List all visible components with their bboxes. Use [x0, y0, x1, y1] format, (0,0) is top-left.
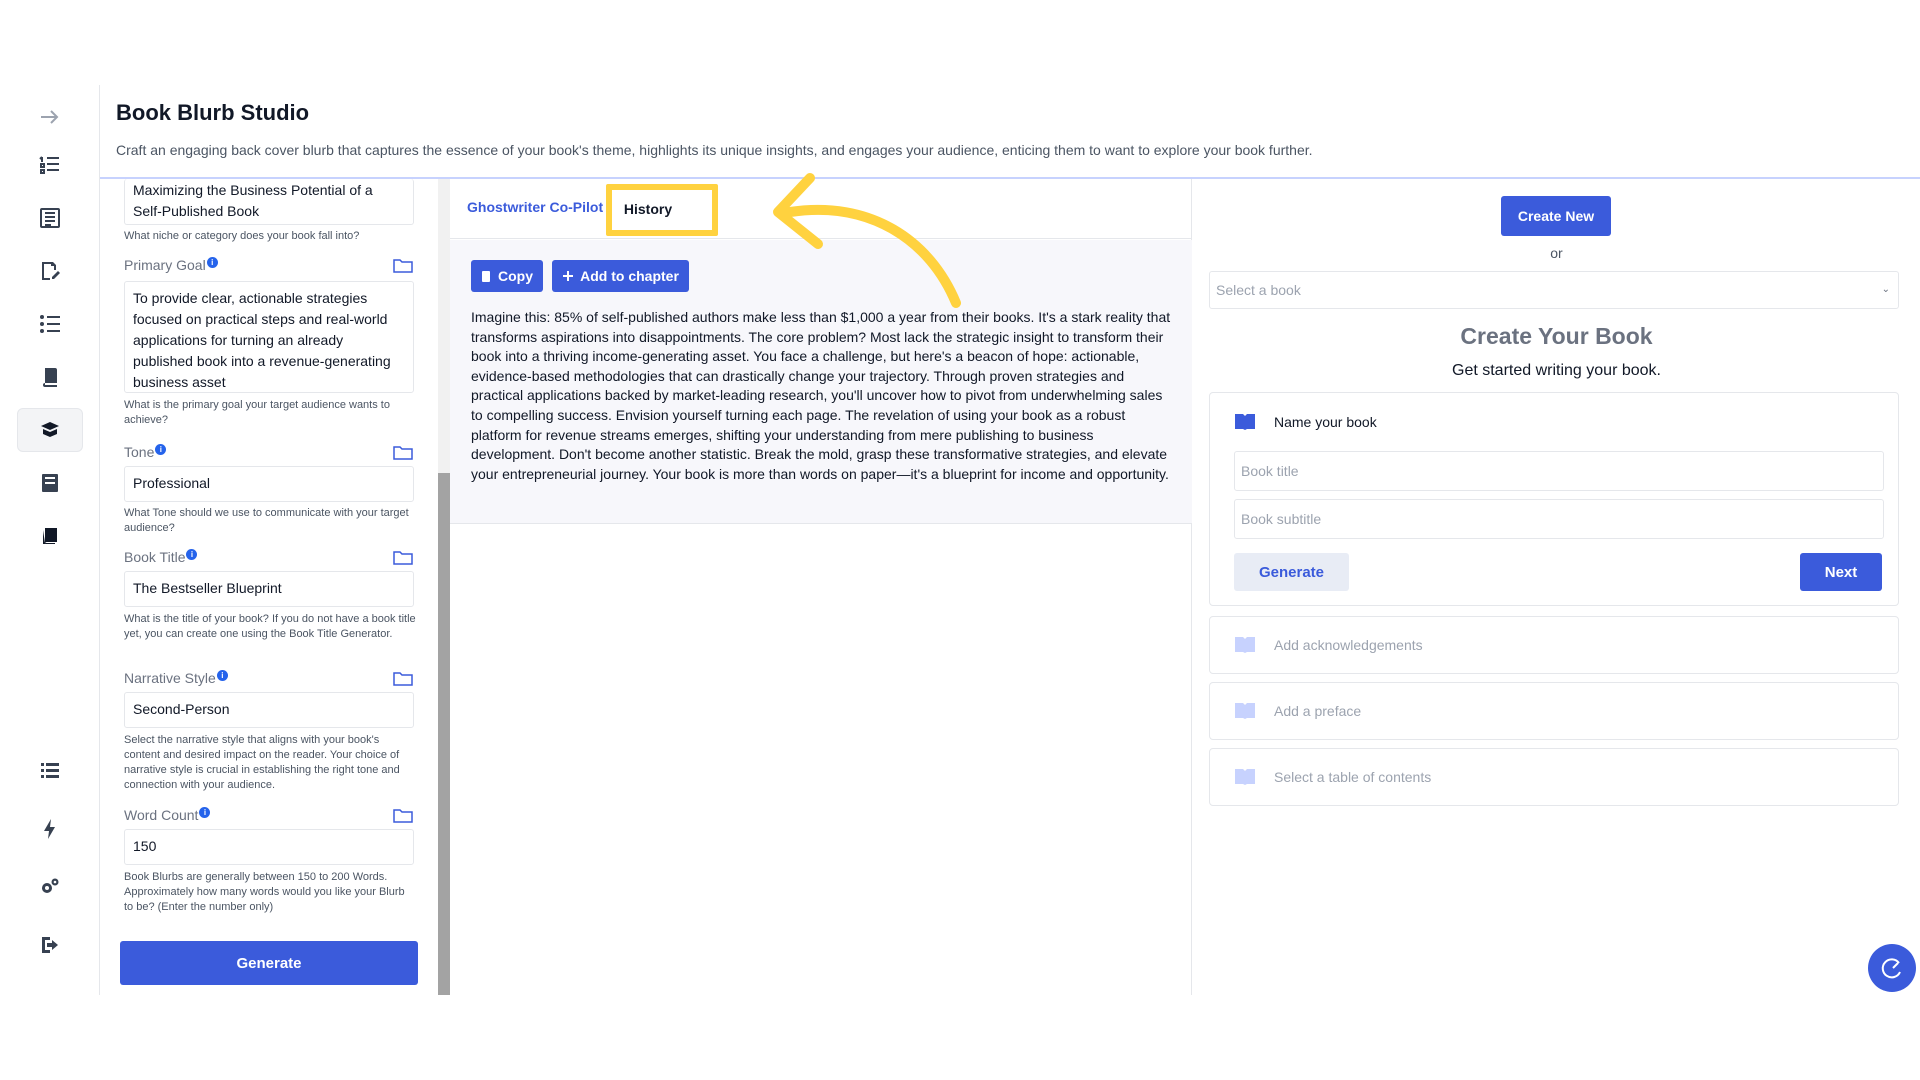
or-text: or	[1550, 245, 1563, 261]
copy-button-label: Copy	[498, 268, 533, 284]
list-outline-icon[interactable]	[17, 143, 83, 187]
folder-icon[interactable]	[393, 670, 413, 686]
books-icon[interactable]	[17, 408, 83, 452]
blurb-output-text: Imagine this: 85% of self-published auth…	[471, 309, 1171, 482]
niche-hint: What niche or category does your book fa…	[124, 230, 360, 242]
book-stack-icon[interactable]	[17, 355, 83, 399]
book-panel: Create New or Select a book ⌄ Create You…	[1193, 179, 1920, 995]
checklist-icon[interactable]	[17, 302, 83, 346]
info-icon[interactable]: i	[186, 549, 198, 560]
history-tab-highlight	[606, 184, 718, 236]
add-to-chapter-label: Add to chapter	[580, 268, 679, 284]
step-table-of-contents[interactable]: Select a table of contents	[1209, 748, 1899, 806]
info-icon[interactable]: i	[155, 444, 167, 455]
folder-icon[interactable]	[393, 257, 413, 273]
assistant-icon	[1881, 958, 1901, 979]
book-list-icon[interactable]	[17, 196, 83, 240]
create-book-subtitle: Get started writing your book.	[1452, 362, 1661, 379]
name-book-label: Name your book	[1274, 414, 1377, 430]
book-title-hint: What is the title of your book? If you d…	[124, 613, 416, 640]
open-book-icon	[1235, 769, 1255, 785]
annotation-arrow-icon	[773, 173, 961, 308]
word-count-hint: Book Blurbs are generally between 150 to…	[124, 871, 405, 913]
info-icon[interactable]: i	[206, 257, 218, 268]
next-button[interactable]: Next	[1800, 553, 1882, 591]
primary-goal-label: Primary Goal i	[124, 257, 218, 273]
primary-goal-hint: What is the primary goal your target aud…	[124, 399, 390, 426]
tab-ghostwriter-co-pilot[interactable]: Ghostwriter Co-Pilot	[467, 199, 603, 215]
select-book-placeholder: Select a book	[1216, 282, 1301, 298]
page-header: Book Blurb Studio Craft an engaging back…	[116, 100, 1920, 158]
tone-label: Tone i	[124, 444, 167, 460]
page-description: Craft an engaging back cover blurb that …	[116, 142, 1313, 158]
chat-assistant-button[interactable]	[1868, 944, 1916, 992]
generate-blurb-button[interactable]: Generate	[120, 941, 418, 985]
step-acknowledgements[interactable]: Add acknowledgements	[1209, 616, 1899, 674]
page-title: Book Blurb Studio	[116, 100, 310, 125]
primary-goal-input[interactable]: To provide clear, actionable strategies …	[124, 281, 414, 393]
chevron-down-icon: ⌄	[1881, 284, 1890, 295]
info-icon[interactable]: i	[216, 670, 228, 681]
step-preface[interactable]: Add a preface	[1209, 682, 1899, 740]
form-scroll-thumb[interactable]	[438, 473, 450, 995]
book-title-field[interactable]: Book title	[1234, 451, 1884, 491]
copy-icon	[482, 270, 490, 282]
gears-icon[interactable]	[17, 865, 83, 909]
step-preface-heading: Add a preface	[1234, 702, 1361, 720]
bookshelf-icon[interactable]	[17, 461, 83, 505]
folder-icon[interactable]	[393, 807, 413, 823]
copy-button[interactable]: Copy	[471, 260, 543, 292]
add-to-chapter-button[interactable]: Add to chapter	[552, 260, 689, 292]
book-title-label: Book Title i	[124, 549, 198, 565]
step-label: Add acknowledgements	[1274, 637, 1423, 653]
arrow-right-icon[interactable]	[17, 95, 83, 139]
logout-icon[interactable]	[17, 923, 83, 967]
name-book-heading: Name your book	[1234, 413, 1377, 431]
create-book-title: Create Your Book	[1460, 323, 1653, 349]
book-icon[interactable]	[17, 514, 83, 558]
generate-book-button[interactable]: Generate	[1234, 553, 1349, 591]
sidebar-rail	[0, 85, 100, 995]
select-book-dropdown[interactable]: Select a book ⌄	[1209, 271, 1899, 309]
narrative-style-input[interactable]: Second-Person	[124, 692, 414, 728]
book-subtitle-field[interactable]: Book subtitle	[1234, 499, 1884, 539]
folder-icon[interactable]	[393, 549, 413, 565]
list-icon[interactable]	[17, 748, 83, 792]
narrative-style-hint: Select the narrative style that aligns w…	[124, 734, 400, 791]
step-toc-heading: Select a table of contents	[1234, 768, 1431, 786]
lightning-icon[interactable]	[17, 807, 83, 851]
create-new-button[interactable]: Create New	[1501, 196, 1611, 236]
open-book-icon	[1235, 703, 1255, 719]
edit-document-icon[interactable]	[17, 249, 83, 293]
step-label: Add a preface	[1274, 703, 1362, 719]
info-icon[interactable]: i	[199, 807, 211, 818]
narrative-style-label: Narrative Style i	[124, 670, 228, 686]
name-book-card: Name your book Book title Book subtitle …	[1209, 392, 1899, 606]
open-book-icon	[1235, 637, 1255, 653]
word-count-input[interactable]: 150	[124, 829, 414, 865]
plus-icon	[563, 271, 574, 281]
word-count-label: Word Count i	[124, 807, 211, 823]
niche-input[interactable]: Maximizing the Business Potential of a S…	[124, 179, 414, 225]
book-title-input[interactable]: The Bestseller Blueprint	[124, 571, 414, 607]
folder-icon[interactable]	[393, 444, 413, 460]
step-label: Select a table of contents	[1274, 769, 1432, 785]
tone-hint: What Tone should we use to communicate w…	[124, 507, 409, 534]
step-acknowledgements-heading: Add acknowledgements	[1234, 636, 1423, 654]
blurb-form: Maximizing the Business Potential of a S…	[100, 179, 450, 995]
open-book-icon	[1235, 414, 1255, 430]
tone-input[interactable]: Professional	[124, 466, 414, 502]
